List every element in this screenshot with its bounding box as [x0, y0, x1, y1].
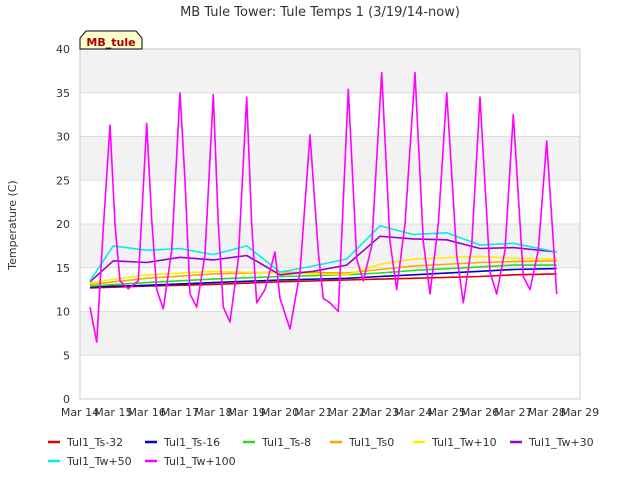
- y-tick-label: 25: [56, 174, 70, 187]
- y-axis-label: Temperature (C): [6, 180, 19, 270]
- grid-band: [80, 311, 580, 356]
- legend-label: Tul1_Ts0: [348, 436, 394, 449]
- y-tick-label: 10: [56, 306, 70, 319]
- legend-label: Tul1_Ts-8: [261, 436, 311, 449]
- chart-svg: 0 5 10 15 20 25 30 35 40 Mar 14Mar 15Mar 16Mar 1…: [6, 5, 599, 468]
- series-lines: [89, 71, 558, 343]
- series-line-tul1-tw-100: [89, 71, 558, 343]
- legend: Tul1_Ts-32 Tul1_Ts-16 Tul1_Ts-8 Tul1_Ts0 Tul…: [48, 436, 594, 468]
- y-tick-label: 35: [56, 87, 70, 100]
- y-tick-label: 20: [56, 218, 70, 231]
- y-tick-label: 0: [63, 393, 70, 406]
- legend-label: Tul1_Ts-16: [163, 436, 220, 449]
- grid-band: [80, 136, 580, 181]
- y-tick-label: 15: [56, 262, 70, 275]
- y-tick-label: 30: [56, 131, 70, 144]
- station-badge: MB_tule: [79, 30, 143, 50]
- grid-bands: [80, 49, 580, 356]
- chart-area: 0 5 10 15 20 25 30 35 40 Mar 14 Mar 15 Mar 16 Mar 1…: [0, 0, 640, 480]
- y-tick-labels: 0 5 10 15 20 25 30 35 40: [56, 43, 70, 406]
- chart-title: MB Tule Tower: Tule Temps 1 (3/19/14-now…: [180, 5, 460, 20]
- legend-label: Tul1_Tw+100: [163, 455, 236, 468]
- legend-label: Tul1_Tw+50: [66, 455, 132, 468]
- y-tick-label: 5: [63, 349, 70, 362]
- legend-label: Tul1_Tw+30: [528, 436, 594, 449]
- grid-band: [80, 49, 580, 93]
- y-tick-label: 40: [56, 43, 70, 56]
- legend-label: Tul1_Tw+10: [431, 436, 497, 449]
- x-tick-labels: Mar 14Mar 15Mar 16Mar 17Mar 18Mar 19Mar …: [61, 406, 599, 419]
- legend-label: Tul1_Ts-32: [66, 436, 123, 449]
- station-badge-label: MB_tule: [86, 36, 135, 49]
- x-tick-label: Mar 29: [561, 406, 599, 419]
